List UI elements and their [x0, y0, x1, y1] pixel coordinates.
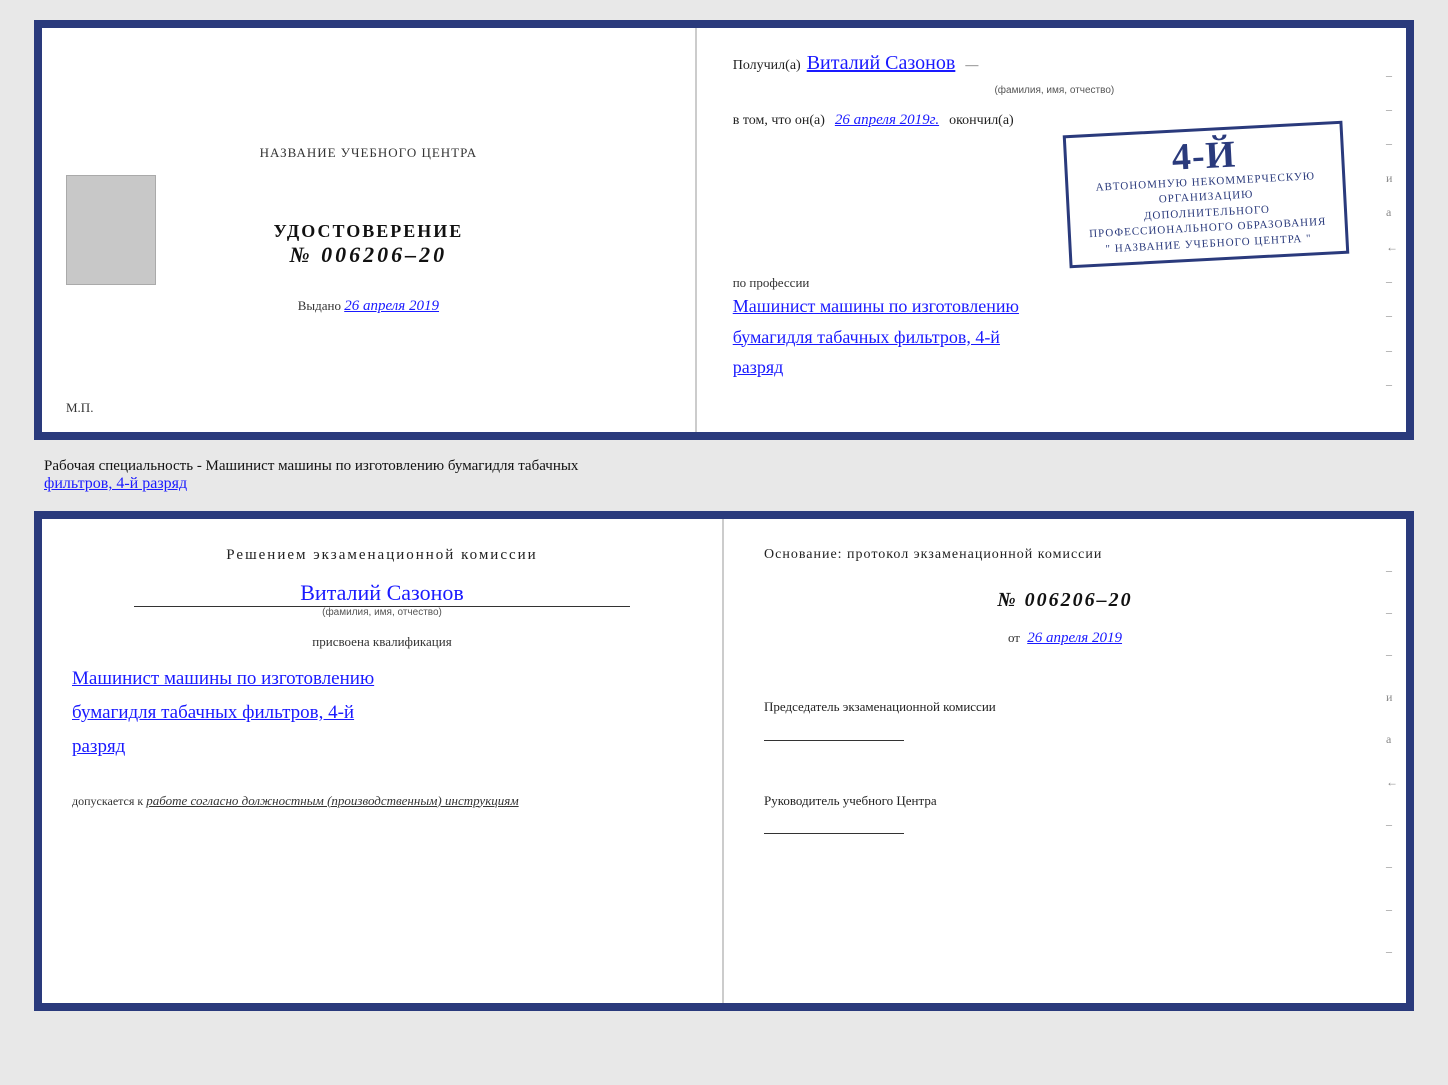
rukovod-label: Руководитель учебного Центра [764, 791, 1366, 811]
stamp: 4-й АВТОНОМНУЮ НЕКОММЕРЧЕСКУЮ ОРГАНИЗАЦИ… [1063, 121, 1350, 268]
qual-line3: разряд [72, 730, 692, 764]
middle-text-section: Рабочая специальность - Машинист машины … [34, 452, 1414, 499]
udostoverenie-title: УДОСТОВЕРЕНИЕ [273, 221, 463, 242]
qual-line2: бумагидля табачных фильтров, 4-й [72, 696, 692, 730]
bottom-name-section: Виталий Сазонов (фамилия, имя, отчество) [72, 580, 692, 618]
mp-label: М.П. [66, 400, 93, 416]
predsedatel-label: Председатель экзаменационной комиссии [764, 697, 1366, 717]
poluchil-line: Получил(а) Виталий Сазонов — [733, 52, 1376, 75]
bottom-left-panel: Решением экзаменационной комиссии Витали… [42, 519, 724, 1003]
right-dashes: – – – и а ← – – – – [1386, 28, 1398, 432]
school-name-label: НАЗВАНИЕ УЧЕБНОГО ЦЕНТРА [260, 145, 477, 161]
bottom-name: Виталий Сазонов [72, 580, 692, 606]
predsedatel-signature-line [764, 721, 904, 741]
vydano-line: Выдано 26 апреля 2019 [298, 298, 439, 315]
po-professii-section: по профессии Машинист машины по изготовл… [733, 269, 1376, 383]
po-professii-label: по профессии [733, 275, 1376, 291]
bottom-right-dashes: – – – и а ← – – – – [1386, 519, 1398, 1003]
ot-line: от 26 апреля 2019 [764, 630, 1366, 647]
rukovod-section: Руководитель учебного Центра [764, 775, 1366, 835]
qual-line1: Машинист машины по изготовлению [72, 662, 692, 696]
top-certificate: НАЗВАНИЕ УЧЕБНОГО ЦЕНТРА УДОСТОВЕРЕНИЕ №… [34, 20, 1414, 440]
decision-title: Решением экзаменационной комиссии [72, 547, 692, 564]
fio-label: (фамилия, имя, отчество) [72, 607, 692, 618]
cert-left-panel: НАЗВАНИЕ УЧЕБНОГО ЦЕНТРА УДОСТОВЕРЕНИЕ №… [42, 28, 697, 432]
udostoverenie-number: № 006206–20 [290, 242, 448, 268]
cert-right-panel: Получил(а) Виталий Сазонов — (фамилия, и… [697, 28, 1406, 432]
osnov-label: Основание: протокол экзаменационной коми… [764, 547, 1366, 563]
bottom-certificate: Решением экзаменационной комиссии Витали… [34, 511, 1414, 1011]
photo-placeholder [66, 175, 156, 285]
prisvoena-label: присвоена квалификация [72, 634, 692, 650]
predsedatel-section: Председатель экзаменационной комиссии [764, 681, 1366, 741]
protokol-number: № 006206–20 [764, 589, 1366, 612]
profession-line2: бумагидля табачных фильтров, 4-й [733, 322, 1376, 353]
profession-line3: разряд [733, 352, 1376, 383]
profession-line1: Машинист машины по изготовлению [733, 291, 1376, 322]
bottom-right-panel: Основание: протокол экзаменационной коми… [724, 519, 1406, 1003]
fio-sub: (фамилия, имя, отчество) [733, 85, 1376, 96]
dopuskaetsya-section: допускается к работе согласно должностны… [72, 793, 692, 809]
qualification-section: Машинист машины по изготовлению бумагидл… [72, 662, 692, 765]
rukovod-signature-line [764, 814, 904, 834]
